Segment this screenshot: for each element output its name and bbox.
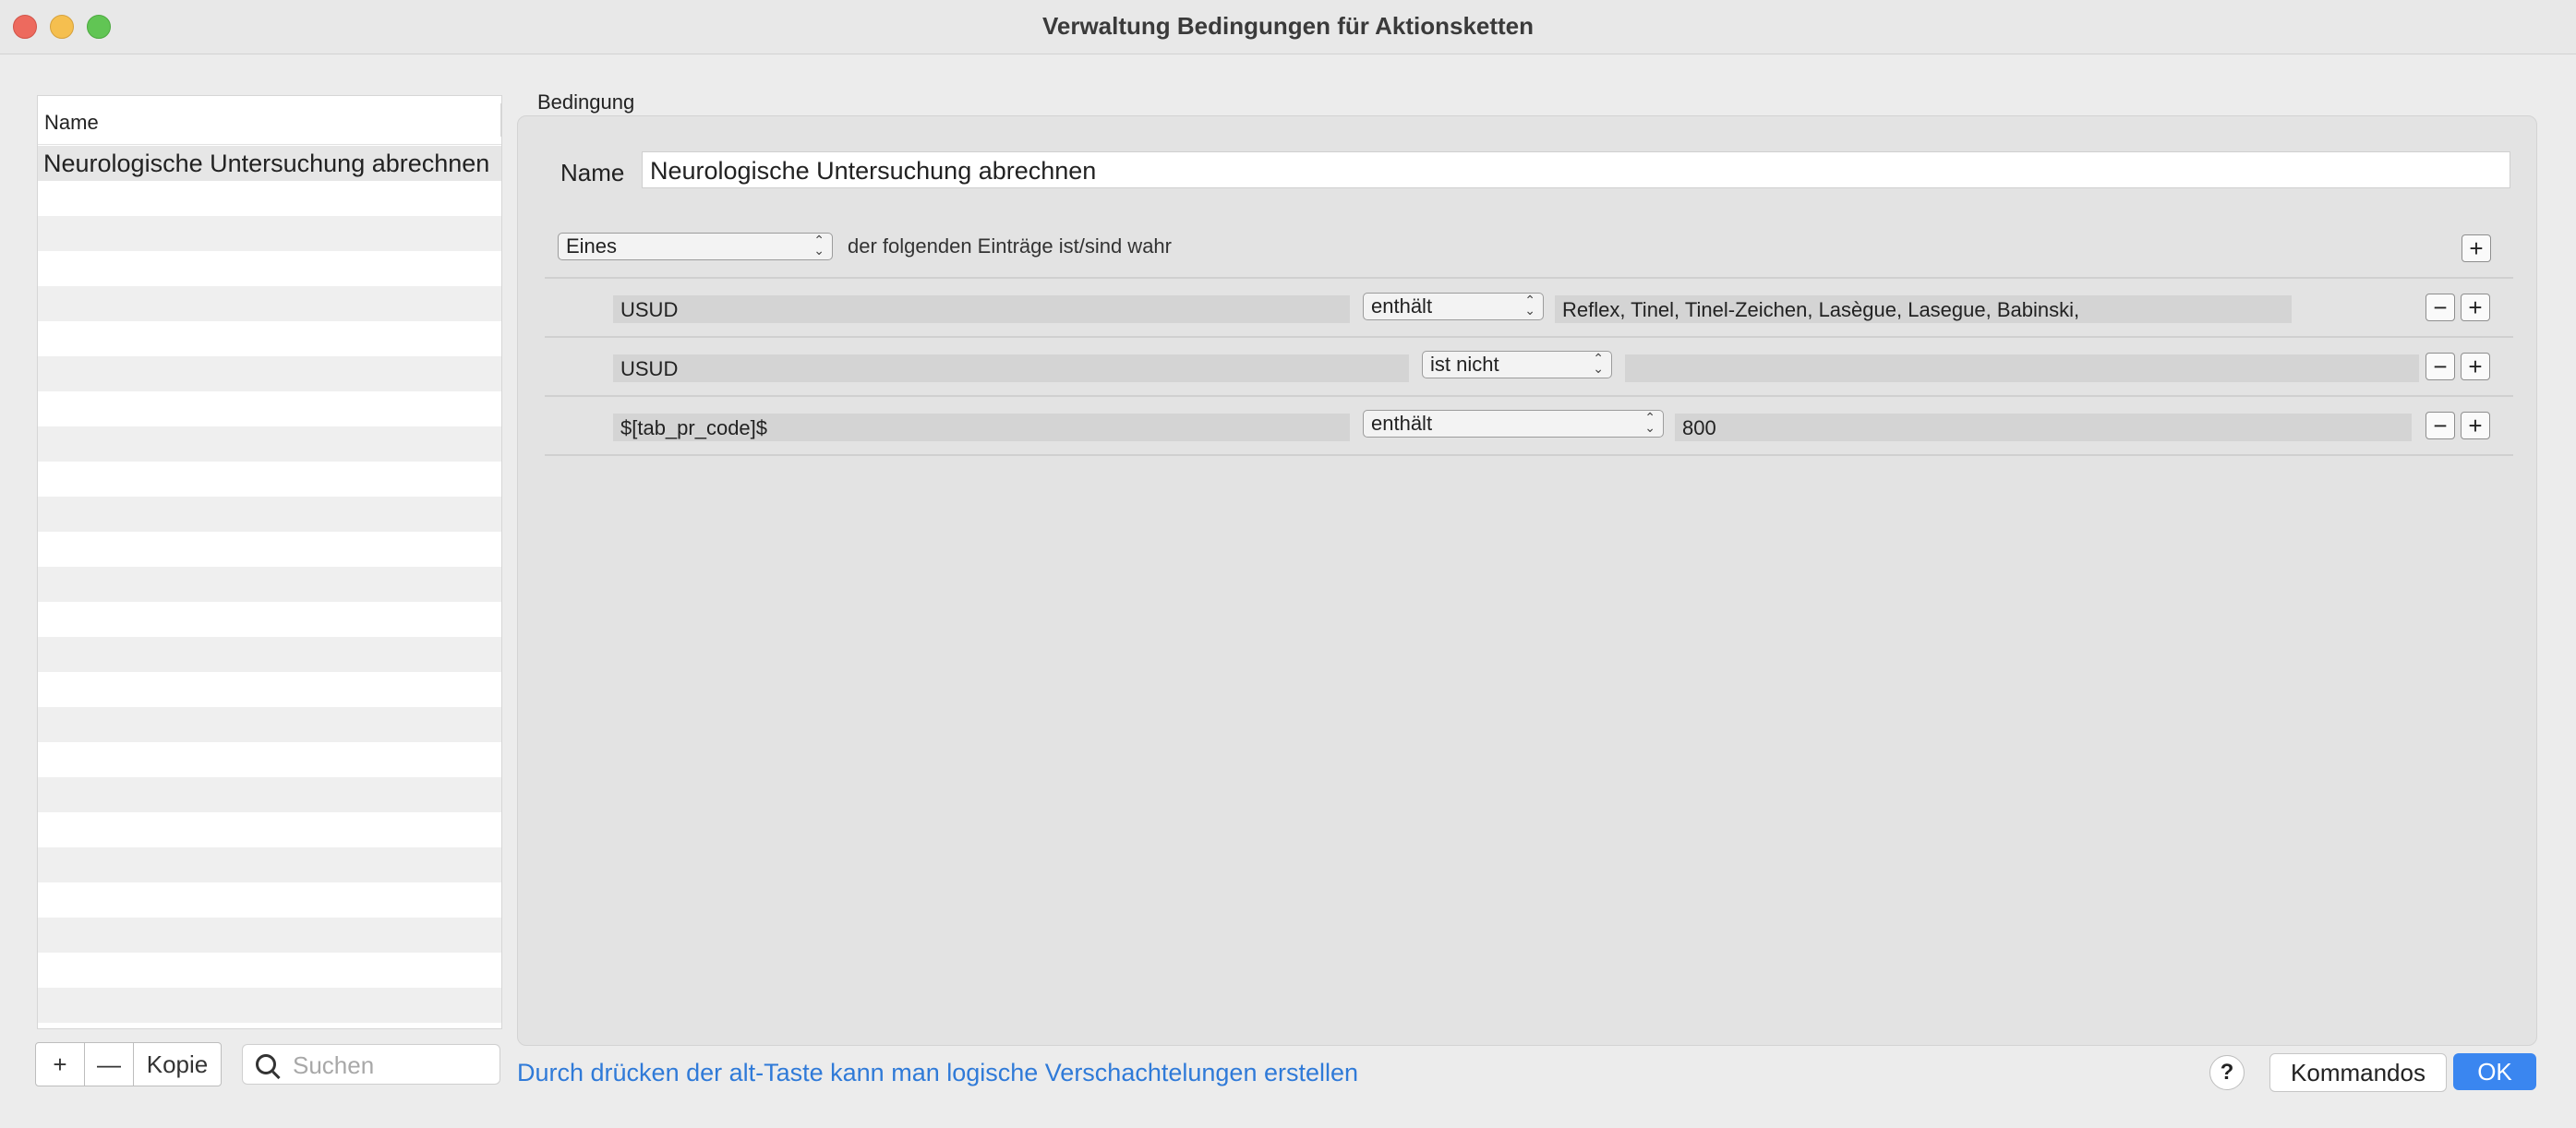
commands-button[interactable]: Kommandos <box>2269 1053 2447 1092</box>
nesting-hint-link[interactable]: Durch drücken der alt-Taste kann man log… <box>517 1059 1358 1087</box>
add-rule-button[interactable]: + <box>2461 294 2490 321</box>
remove-condition-button[interactable]: — <box>85 1043 134 1086</box>
search-box <box>242 1044 500 1086</box>
rule-value-input[interactable]: 800 <box>1675 414 2412 441</box>
rule-value-input[interactable]: Reflex, Tinel, Tinel-Zeichen, Lasègue, L… <box>1555 295 2292 323</box>
rule-value-input[interactable] <box>1625 354 2419 382</box>
rule-separator <box>545 277 2513 279</box>
remove-rule-button[interactable]: − <box>2426 412 2455 439</box>
search-icon <box>256 1054 276 1074</box>
name-field[interactable]: Neurologische Untersuchung abrechnen <box>642 151 2510 188</box>
remove-rule-button[interactable]: − <box>2426 353 2455 380</box>
mode-select[interactable]: Eines ⌃ ⌄ <box>558 233 833 260</box>
ok-button[interactable]: OK <box>2453 1053 2536 1090</box>
title-bar: Verwaltung Bedingungen für Aktionsketten <box>0 0 2576 54</box>
rule-operator-value: enthält <box>1371 412 1433 435</box>
rule-separator <box>545 395 2513 397</box>
help-button[interactable]: ? <box>2209 1055 2245 1090</box>
rule-operator-value: ist nicht <box>1430 353 1499 376</box>
list-rows: Neurologische Untersuchung abrechnen <box>38 146 501 1028</box>
rule-separator <box>545 336 2513 338</box>
list-item[interactable]: Neurologische Untersuchung abrechnen <box>38 146 501 181</box>
add-rule-button[interactable]: + <box>2462 234 2491 262</box>
chevron-up-down-icon: ⌃ ⌄ <box>1644 410 1655 435</box>
window-title: Verwaltung Bedingungen für Aktionsketten <box>1041 12 1535 40</box>
mode-description: der folgenden Einträge ist/sind wahr <box>848 234 1172 258</box>
condition-list[interactable]: Name Neurologische Untersuchung abrechne… <box>37 95 502 1029</box>
chevron-up-down-icon: ⌃ ⌄ <box>1524 293 1535 318</box>
search-input[interactable] <box>291 1045 493 1086</box>
rule-operator-select[interactable]: enthält ⌃ ⌄ <box>1363 410 1664 438</box>
add-condition-button[interactable]: + <box>36 1043 85 1086</box>
group-label: Bedingung <box>537 90 635 114</box>
chevron-up-down-icon: ⌃ ⌄ <box>1593 351 1604 376</box>
rule-field-input[interactable]: $[tab_pr_code]$ <box>613 414 1350 441</box>
name-label: Name <box>560 159 625 186</box>
chevron-up-down-icon: ⌃ ⌄ <box>813 233 825 258</box>
rule-field-input[interactable]: USUD <box>613 295 1350 323</box>
rule-field-input[interactable]: USUD <box>613 354 1409 382</box>
list-button-bar: + — Kopie <box>35 1042 222 1086</box>
remove-rule-button[interactable]: − <box>2426 294 2455 321</box>
rule-operator-select[interactable]: enthält ⌃ ⌄ <box>1363 293 1544 320</box>
copy-condition-button[interactable]: Kopie <box>134 1043 221 1086</box>
add-rule-button[interactable]: + <box>2461 353 2490 380</box>
mode-select-value: Eines <box>566 234 618 258</box>
list-column-header-name[interactable]: Name <box>38 96 501 145</box>
rule-separator <box>545 454 2513 456</box>
rule-operator-value: enthält <box>1371 294 1433 318</box>
rule-operator-select[interactable]: ist nicht ⌃ ⌄ <box>1422 351 1612 378</box>
add-rule-button[interactable]: + <box>2461 412 2490 439</box>
